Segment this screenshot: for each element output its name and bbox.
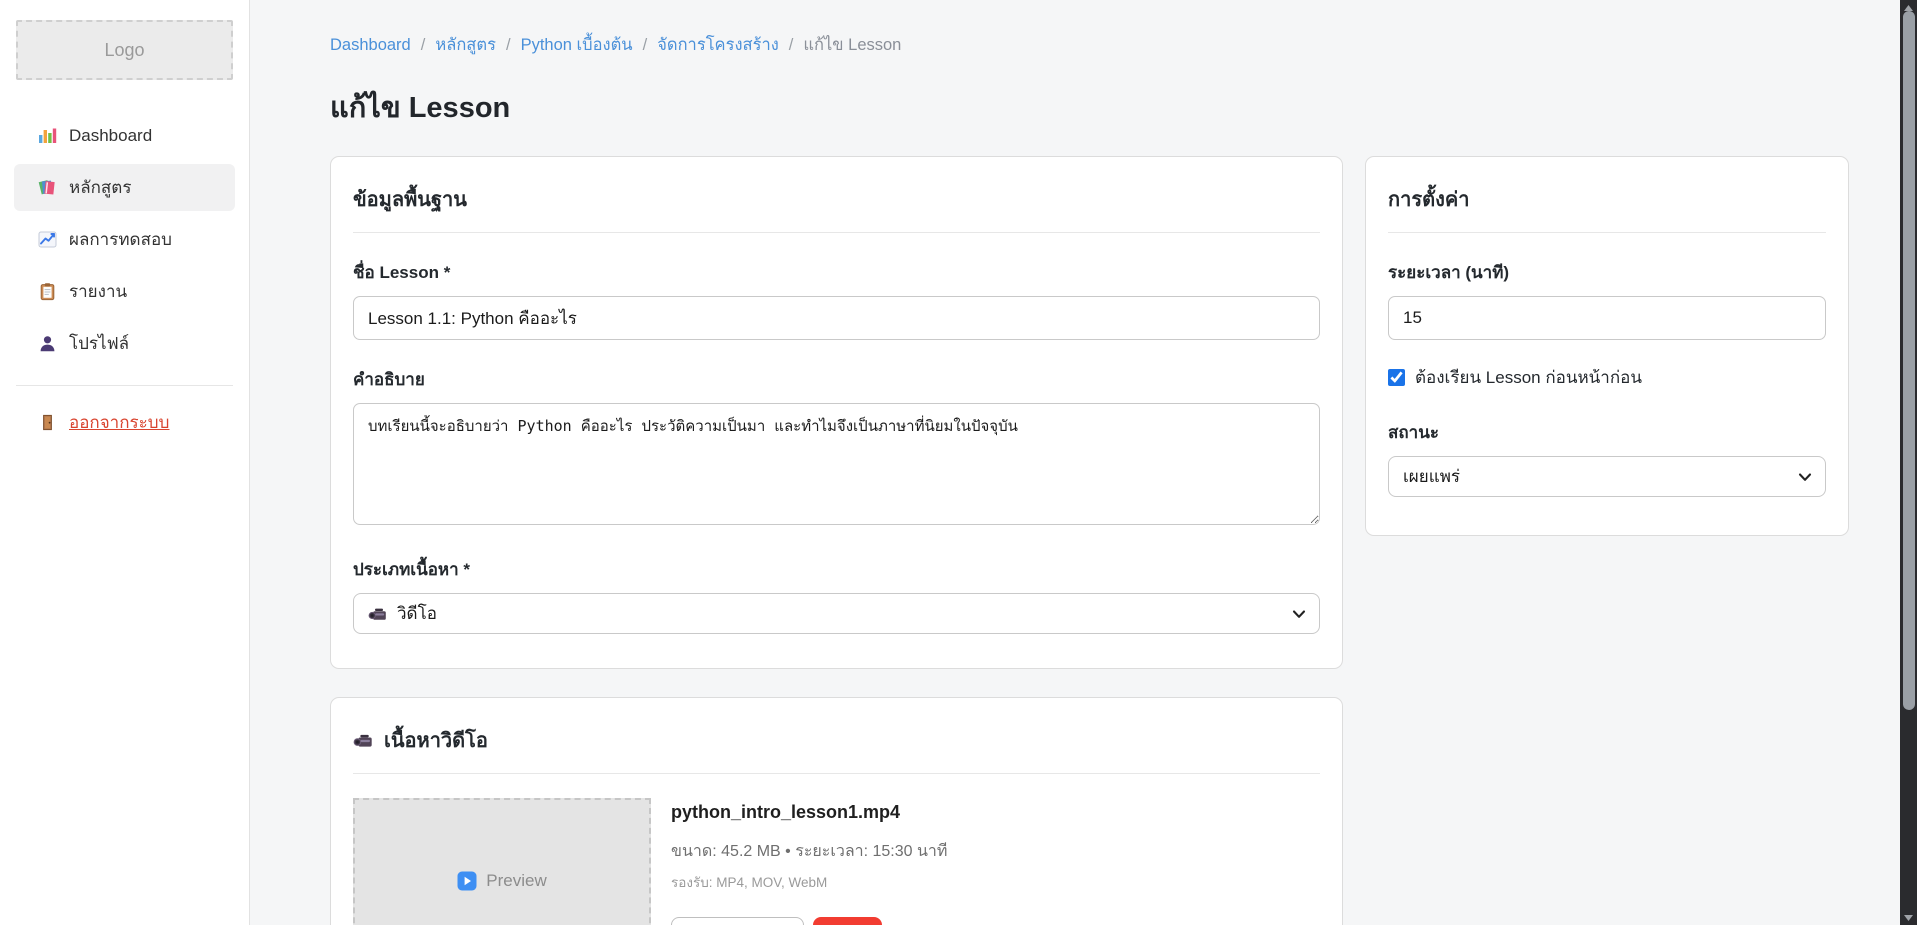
breadcrumb-separator: / [789, 36, 794, 55]
basic-info-title: ข้อมูลพื้นฐาน [353, 183, 1320, 233]
sidebar: Logo Dashboard [0, 0, 250, 925]
sidebar-item-reports[interactable]: รายงาน [14, 268, 235, 315]
breadcrumb-structure[interactable]: จัดการโครงสร้าง [657, 32, 779, 58]
status-value: เผยแพร่ [1403, 463, 1460, 490]
content-type-label: ประเภทเนื้อหา * [353, 556, 1320, 583]
prerequisite-checkbox[interactable] [1388, 369, 1405, 386]
settings-card: การตั้งค่า ระยะเวลา (นาที) ต้องเรียน Les… [1365, 156, 1849, 536]
lesson-name-input[interactable] [353, 296, 1320, 340]
app: Logo Dashboard [0, 0, 1900, 925]
status-label: สถานะ [1388, 419, 1826, 446]
sidebar-divider [16, 385, 233, 386]
video-row: Preview python_intro_lesson1.mp4 ขนาด: 4… [353, 798, 1320, 925]
video-preview-label: Preview [486, 871, 546, 891]
door-icon [38, 413, 57, 432]
books-icon [38, 178, 57, 197]
video-filename: python_intro_lesson1.mp4 [671, 802, 947, 823]
video-meta: ขนาด: 45.2 MB • ระยะเวลา: 15:30 นาที [671, 839, 947, 864]
chevron-down-icon [1292, 604, 1306, 624]
play-icon [457, 871, 477, 891]
prerequisite-label: ต้องเรียน Lesson ก่อนหน้าก่อน [1415, 364, 1642, 391]
sidebar-item-profile[interactable]: โปรไฟล์ [14, 320, 235, 367]
basic-info-card: ข้อมูลพื้นฐาน ชื่อ Lesson * คำอธิบาย บทเ… [330, 156, 1343, 669]
breadcrumb-course-python[interactable]: Python เบื้องต้น [521, 32, 633, 58]
description-label: คำอธิบาย [353, 366, 1320, 393]
video-card-header: เนื้อหาวิดีโอ [353, 724, 1320, 774]
breadcrumb-current: แก้ไข Lesson [803, 32, 901, 58]
sidebar-item-courses[interactable]: หลักสูตร [14, 164, 235, 211]
sidebar-item-label: รายงาน [69, 278, 127, 305]
sidebar-item-dashboard[interactable]: Dashboard [14, 112, 235, 159]
delete-video-button[interactable]: ลบ [813, 917, 882, 925]
status-select[interactable]: เผยแพร่ [1388, 456, 1826, 497]
duration-input[interactable] [1388, 296, 1826, 340]
video-camera-icon [353, 730, 374, 751]
sidebar-item-label: ผลการทดสอบ [69, 226, 172, 253]
breadcrumb: Dashboard / หลักสูตร / Python เบื้องต้น … [330, 32, 1849, 58]
line-chart-icon [38, 230, 57, 249]
main-column: ข้อมูลพื้นฐาน ชื่อ Lesson * คำอธิบาย บทเ… [330, 156, 1343, 925]
description-textarea[interactable]: บทเรียนนี้จะอธิบายว่า Python คืออะไร ประ… [353, 403, 1320, 525]
video-info: python_intro_lesson1.mp4 ขนาด: 45.2 MB •… [671, 798, 947, 925]
content-type-select[interactable]: วิดีโอ [353, 593, 1320, 634]
breadcrumb-courses[interactable]: หลักสูตร [435, 32, 496, 58]
sidebar-item-label: โปรไฟล์ [69, 330, 129, 357]
logout-link[interactable]: ออกจากระบบ [14, 400, 235, 444]
breadcrumb-separator: / [506, 36, 511, 55]
content-columns: ข้อมูลพื้นฐาน ชื่อ Lesson * คำอธิบาย บทเ… [330, 156, 1849, 925]
scrollbar-thumb[interactable] [1903, 11, 1915, 710]
page-title: แก้ไข Lesson [330, 84, 1849, 130]
settings-title: การตั้งค่า [1388, 183, 1826, 233]
clipboard-icon [38, 282, 57, 301]
scrollbar-down-arrow[interactable] [1900, 910, 1917, 925]
change-video-button[interactable]: เปลี่ยนวิดีโอ [671, 917, 804, 925]
bar-chart-icon [38, 126, 57, 145]
sidebar-item-label: หลักสูตร [69, 174, 131, 201]
breadcrumb-separator: / [421, 36, 426, 55]
sidebar-nav: Dashboard หลักสูตร [14, 112, 235, 367]
video-camera-icon [368, 604, 388, 624]
video-card-title: เนื้อหาวิดีโอ [384, 724, 488, 756]
vertical-scrollbar[interactable] [1900, 0, 1917, 925]
video-buttons: เปลี่ยนวิดีโอ ลบ [671, 917, 947, 925]
breadcrumb-separator: / [643, 36, 648, 55]
lesson-name-label: ชื่อ Lesson * [353, 259, 1320, 286]
person-icon [38, 334, 57, 353]
video-supported-formats: รองรับ: MP4, MOV, WebM [671, 871, 947, 893]
content-type-value: วิดีโอ [397, 600, 437, 627]
chevron-down-icon [1798, 467, 1812, 487]
main-content: Dashboard / หลักสูตร / Python เบื้องต้น … [250, 0, 1900, 925]
logout-label: ออกจากระบบ [69, 409, 169, 436]
logo-placeholder: Logo [16, 20, 233, 80]
side-column: การตั้งค่า ระยะเวลา (นาที) ต้องเรียน Les… [1365, 156, 1849, 536]
breadcrumb-dashboard[interactable]: Dashboard [330, 36, 411, 55]
video-card: เนื้อหาวิดีโอ Preview [330, 697, 1343, 925]
prerequisite-row[interactable]: ต้องเรียน Lesson ก่อนหน้าก่อน [1388, 364, 1826, 391]
duration-label: ระยะเวลา (นาที) [1388, 259, 1826, 286]
sidebar-item-label: Dashboard [69, 126, 152, 146]
logo-text: Logo [104, 40, 144, 61]
video-preview[interactable]: Preview [353, 798, 651, 925]
sidebar-item-test-results[interactable]: ผลการทดสอบ [14, 216, 235, 263]
